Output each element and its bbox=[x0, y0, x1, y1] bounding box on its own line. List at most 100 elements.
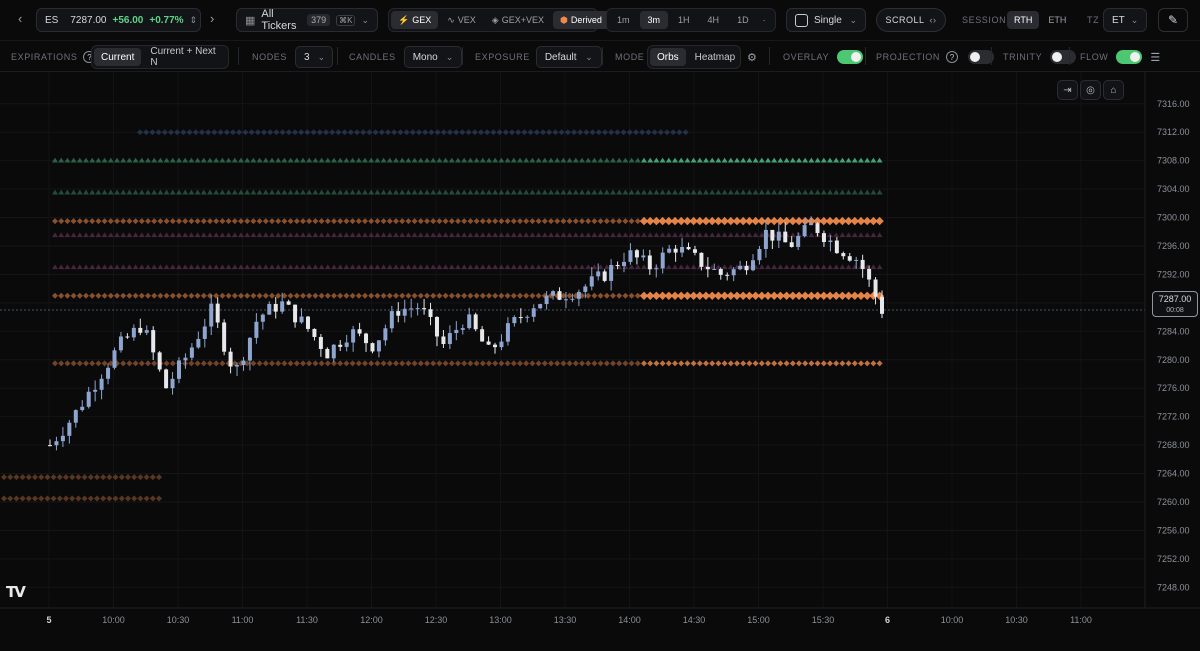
filter-sliders-icon[interactable]: ☰ bbox=[1150, 51, 1160, 64]
timeframe-3m[interactable]: 3m bbox=[639, 11, 669, 29]
symbol-selector[interactable]: ES 7287.00 +56.00 +0.77% ⇕ bbox=[36, 8, 201, 32]
gex-level-marker bbox=[300, 232, 306, 238]
timeframe-1h[interactable]: 1H bbox=[670, 11, 698, 29]
gex-level-marker bbox=[200, 360, 207, 367]
gex-level-marker bbox=[486, 292, 492, 299]
layout-dropdown[interactable]: Single ⌄ bbox=[786, 8, 866, 32]
gex-level-marker bbox=[83, 264, 89, 270]
gex-level-marker bbox=[486, 189, 492, 195]
gex-level-marker bbox=[851, 157, 858, 163]
candle-body bbox=[48, 445, 52, 447]
gex-level-marker bbox=[213, 189, 220, 195]
gex-level-marker bbox=[58, 292, 65, 299]
goto-realtime-icon[interactable]: ⇥ bbox=[1057, 80, 1078, 100]
mode-orbs[interactable]: Orbs bbox=[650, 48, 686, 66]
gex-level-marker bbox=[138, 218, 145, 225]
metric-gex[interactable]: ⚡ GEX bbox=[391, 11, 439, 29]
gex-level-marker bbox=[52, 264, 58, 270]
timeframe-1m[interactable]: 1m bbox=[609, 11, 638, 29]
tickers-dropdown[interactable]: ▦ All Tickers 379 ⌘K ⌄ bbox=[236, 8, 378, 32]
candle-body bbox=[125, 336, 130, 338]
gex-level-marker bbox=[610, 218, 616, 225]
session-eth[interactable]: ETH bbox=[1041, 11, 1073, 29]
draw-pencil-icon[interactable]: ✎ bbox=[1158, 8, 1188, 32]
gex-level-marker bbox=[312, 218, 319, 225]
candle-body bbox=[867, 268, 872, 280]
candle-body bbox=[544, 295, 549, 305]
gex-level-marker bbox=[75, 495, 82, 502]
gex-level-marker bbox=[758, 360, 765, 367]
metric-derived[interactable]: ⬢ Derived bbox=[553, 11, 609, 29]
candle-body bbox=[235, 364, 240, 367]
gex-level-marker bbox=[151, 264, 158, 270]
flow-toggle[interactable] bbox=[1116, 50, 1143, 64]
gex-level-marker bbox=[678, 189, 685, 195]
gex-level-marker bbox=[424, 292, 430, 299]
gex-level-marker bbox=[554, 189, 561, 195]
gex-level-marker bbox=[223, 129, 230, 136]
hexagon-icon: ⬢ bbox=[560, 14, 568, 25]
y-tick-label: 7280.00 bbox=[1157, 355, 1190, 365]
gex-level-marker bbox=[622, 157, 629, 163]
gex-level-marker bbox=[163, 360, 170, 367]
gex-level-marker bbox=[374, 292, 381, 299]
candle-body bbox=[467, 314, 472, 329]
gex-level-marker bbox=[802, 189, 809, 195]
gex-level-marker bbox=[597, 232, 604, 238]
timeframe-1d[interactable]: 1D bbox=[729, 11, 757, 29]
gex-level-marker bbox=[523, 292, 530, 299]
gex-level-marker bbox=[269, 264, 275, 270]
gex-level-marker bbox=[796, 264, 802, 270]
prev-ticker-arrow-icon[interactable]: ‹ bbox=[18, 11, 22, 26]
overlay-toggle[interactable] bbox=[837, 50, 864, 64]
exp-current[interactable]: Current bbox=[94, 48, 142, 66]
gex-level-marker bbox=[814, 157, 821, 163]
session-rth[interactable]: RTH bbox=[1007, 11, 1040, 29]
gex-level-marker bbox=[169, 157, 176, 163]
chevron-down-icon: ⌄ bbox=[849, 14, 857, 25]
timezone-dropdown[interactable]: ET ⌄ bbox=[1103, 8, 1147, 32]
candle-body bbox=[880, 296, 884, 314]
settings-gear-icon[interactable]: ⚙ bbox=[747, 47, 757, 67]
gex-level-marker bbox=[548, 232, 554, 238]
mode-toggle: Orbs Heatmap bbox=[647, 45, 741, 69]
candles-dropdown[interactable]: Mono ⌄ bbox=[403, 46, 462, 68]
gex-level-marker bbox=[684, 157, 691, 163]
more-dot-icon[interactable]: · bbox=[759, 11, 770, 29]
trinity-toggle[interactable] bbox=[1050, 50, 1077, 64]
metric-vex[interactable]: ∿ VEX bbox=[440, 11, 483, 29]
exp-current-next[interactable]: Current + Next N bbox=[143, 46, 226, 68]
gex-level-marker bbox=[169, 189, 176, 195]
gex-level-marker bbox=[192, 129, 199, 136]
nodes-label: NODES bbox=[252, 52, 288, 62]
mode-heatmap[interactable]: Heatmap bbox=[688, 48, 743, 66]
gex-level-marker bbox=[492, 232, 499, 238]
gex-level-marker bbox=[535, 360, 542, 367]
candle-body bbox=[563, 299, 568, 301]
price-chart[interactable]: 7316.00 7312.00 7308.00 7304.00 7300.00 7296.… bbox=[0, 72, 1200, 651]
gex-level-marker bbox=[293, 189, 300, 195]
candle-body bbox=[157, 352, 162, 370]
gex-level-marker bbox=[641, 264, 647, 270]
scroll-button[interactable]: SCROLL ‹› bbox=[876, 8, 946, 32]
metric-gex-vex[interactable]: ◈ GEX+VEX bbox=[485, 11, 551, 29]
x-tick-label: 13:00 bbox=[489, 615, 512, 625]
gex-level-marker bbox=[405, 292, 412, 299]
candle-body bbox=[131, 327, 136, 338]
gex-level-marker bbox=[300, 360, 306, 367]
gex-level-marker bbox=[833, 360, 840, 367]
gex-level-marker bbox=[275, 157, 282, 163]
candle-body bbox=[789, 242, 794, 247]
nodes-dropdown[interactable]: 3 ⌄ bbox=[295, 46, 334, 68]
timeframe-4h[interactable]: 4H bbox=[700, 11, 728, 29]
exposure-dropdown[interactable]: Default ⌄ bbox=[535, 46, 602, 68]
target-icon[interactable]: ◎ bbox=[1080, 80, 1101, 100]
gex-level-marker bbox=[758, 232, 765, 238]
next-ticker-arrow-icon[interactable]: › bbox=[210, 11, 214, 26]
gex-level-marker bbox=[250, 232, 257, 238]
gex-level-marker bbox=[579, 218, 585, 225]
gex-level-marker bbox=[126, 264, 133, 270]
help-icon[interactable]: ? bbox=[946, 51, 959, 63]
camera-icon[interactable]: ⌂ bbox=[1103, 80, 1124, 100]
gex-level-marker bbox=[517, 232, 523, 238]
